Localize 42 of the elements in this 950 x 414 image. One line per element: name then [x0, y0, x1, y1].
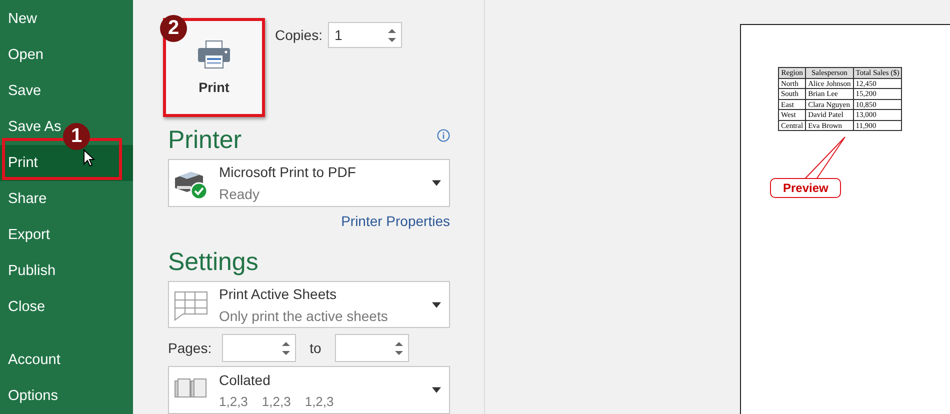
option-title: Print Active Sheets [219, 286, 338, 302]
option-description: Only print the active sheets [219, 308, 389, 324]
printer-icon [198, 40, 230, 68]
preview-callout: Preview [770, 178, 842, 198]
section-heading: Printer [168, 125, 242, 155]
sidebar-item[interactable]: Save As [8, 109, 62, 145]
sidebar-item[interactable]: Save [8, 73, 42, 109]
step-badge: 1 [63, 123, 90, 150]
sidebar-item[interactable]: Share [8, 181, 47, 217]
copies-field[interactable]: 1 [328, 22, 402, 48]
page-from-field[interactable] [222, 334, 296, 362]
sidebar-item[interactable]: Close [8, 289, 46, 325]
to-label: to [310, 339, 322, 358]
caret-icon [432, 302, 441, 308]
option-title: Collated [219, 372, 272, 388]
sidebar-item[interactable]: Account [8, 342, 60, 378]
print-what-dropdown[interactable]: Print Active Sheets Only print the active sheets [168, 280, 450, 328]
collated-pages-icon [174, 378, 206, 398]
printer-name: Microsoft Print to PDF [219, 164, 357, 180]
section-heading: Settings [168, 246, 260, 277]
caret-icon [432, 180, 441, 186]
sidebar-item[interactable]: Open [8, 37, 44, 73]
printer-properties-link[interactable]: Printer Properties [341, 212, 450, 229]
printer-status: Ready [219, 186, 260, 202]
sidebar-item[interactable]: Export [8, 217, 50, 253]
sidebar-item[interactable]: Publish [8, 253, 56, 289]
sidebar-item[interactable]: Options [8, 378, 58, 414]
cursor-icon [83, 149, 95, 167]
page-to-field[interactable] [335, 334, 410, 362]
printer-dropdown[interactable]: Microsoft Print to PDF Ready [168, 159, 450, 207]
caret-icon [432, 387, 441, 394]
step-badge: 2 [160, 15, 187, 42]
collation-dropdown[interactable]: Collated 1,2,3 1,2,3 1,2,3 [168, 366, 450, 414]
sidebar-item[interactable]: New [8, 1, 38, 37]
pages-label: Pages: [168, 339, 212, 358]
info-icon [437, 129, 450, 142]
collation-order: 1,2,3 [262, 394, 291, 409]
copies-label: Copies: [275, 26, 322, 45]
collation-order: 1,2,3 [304, 394, 334, 409]
printer-ready-icon [175, 172, 208, 200]
sheet-grid-icon [174, 291, 208, 320]
collation-order: 1,2,3 [219, 394, 248, 409]
